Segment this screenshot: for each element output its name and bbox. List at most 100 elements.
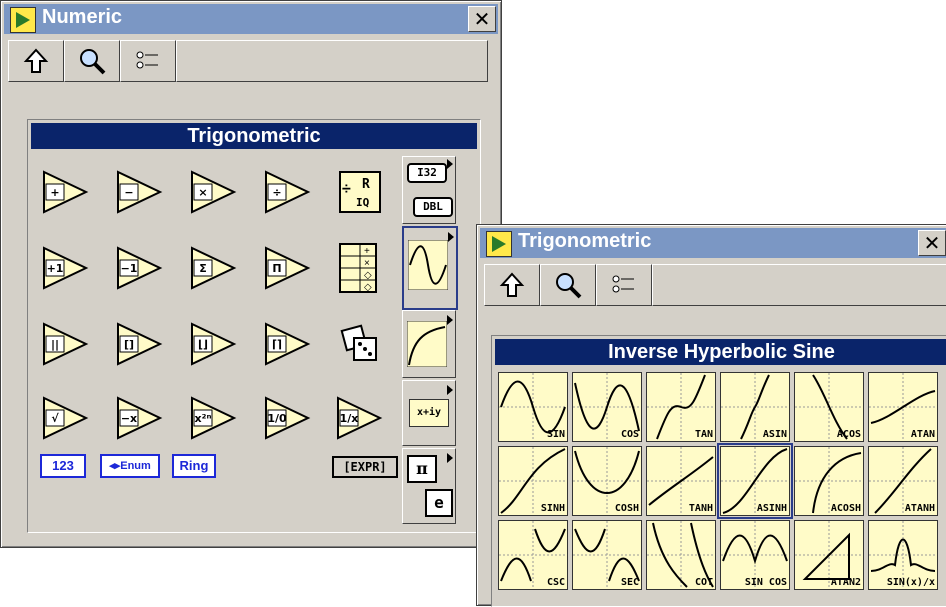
e-icon: e xyxy=(425,489,453,517)
decrement-function-icon[interactable]: −1 xyxy=(114,242,166,294)
expression-node[interactable]: [EXPR] xyxy=(332,456,398,478)
close-button[interactable]: ✕ xyxy=(918,230,946,256)
increment-function-icon[interactable]: +1 xyxy=(40,242,92,294)
svg-text:1/x: 1/x xyxy=(340,412,359,425)
trig-function-cos[interactable]: COS xyxy=(572,372,642,442)
svg-text:Π: Π xyxy=(272,262,281,275)
absolute-value-function-icon[interactable]: || xyxy=(40,318,92,370)
trig-function-label: SEC xyxy=(620,577,639,588)
options-icon xyxy=(612,275,634,293)
add-function-icon[interactable]: + xyxy=(40,166,92,218)
trig-function-sec[interactable]: SEC xyxy=(572,520,642,590)
round-nearest-function-icon[interactable]: [] xyxy=(114,318,166,370)
trig-function-label: SIN(x)/x xyxy=(886,577,935,588)
trig-function-asinh[interactable]: ASINH xyxy=(717,443,793,519)
log-curve-icon xyxy=(407,321,447,367)
close-button[interactable]: ✕ xyxy=(468,6,496,32)
options-button[interactable] xyxy=(596,264,652,306)
add-array-function-icon[interactable]: Σ xyxy=(188,242,240,294)
subtract-function-icon[interactable]: − xyxy=(114,166,166,218)
toolbar-spacer xyxy=(176,40,488,82)
numeric-constant-control[interactable]: 123 xyxy=(40,454,86,478)
divide-function-icon[interactable]: ÷ xyxy=(262,166,314,218)
up-button[interactable] xyxy=(484,264,540,306)
quotient-remainder-function-icon[interactable]: R ÷ IQ xyxy=(334,166,386,218)
submenu-arrow-icon xyxy=(447,315,453,325)
search-icon xyxy=(556,273,582,299)
trig-function-atan2[interactable]: ATAN2 xyxy=(794,520,864,590)
trig-function-sin-cos[interactable]: SIN COS xyxy=(720,520,790,590)
svg-text:×: × xyxy=(364,258,370,269)
palette-header: Trigonometric xyxy=(31,123,477,149)
trig-function-label: ATANH xyxy=(904,503,935,514)
svg-text:x²ⁿ: x²ⁿ xyxy=(195,412,212,425)
round-down-function-icon[interactable]: ⌊⌋ xyxy=(188,318,240,370)
constants-subpalette[interactable]: π e xyxy=(402,448,456,524)
trig-function-tanh[interactable]: TANH xyxy=(646,446,716,516)
trig-function-sin-x-x[interactable]: SIN(x)/x xyxy=(868,520,938,590)
trig-function-label: SINH xyxy=(540,503,565,514)
trig-function-label: COT xyxy=(694,577,713,588)
numeric-titlebar[interactable]: Numeric ✕ xyxy=(4,4,498,34)
square-root-function-icon[interactable]: √ xyxy=(40,392,92,444)
trig-function-label: ATAN xyxy=(910,429,935,440)
log-subpalette[interactable] xyxy=(402,310,456,378)
trig-function-label: SIN xyxy=(546,429,565,440)
trigonometric-subpalette[interactable] xyxy=(402,226,458,310)
trig-palette: Inverse Hyperbolic Sine SIN COS TAN ASIN ACO… xyxy=(491,335,946,607)
trig-function-label: COSH xyxy=(614,503,639,514)
ring-control[interactable]: Ring xyxy=(172,454,216,478)
svg-text:⌈⌉: ⌈⌉ xyxy=(272,338,282,351)
numeric-toolbar xyxy=(8,40,494,82)
trig-function-csc[interactable]: CSC xyxy=(498,520,568,590)
numeric-window: Numeric ✕ Trigonometric + − × ÷ R ÷ IQ +1 −1 Σ Π + ×… xyxy=(0,0,502,548)
options-button[interactable] xyxy=(120,40,176,82)
up-button[interactable] xyxy=(8,40,64,82)
search-button[interactable] xyxy=(540,264,596,306)
trig-function-label: ACOS xyxy=(836,429,861,440)
up-arrow-icon xyxy=(499,272,525,297)
multiply-array-function-icon[interactable]: Π xyxy=(262,242,314,294)
svg-text:||: || xyxy=(51,338,59,351)
search-button[interactable] xyxy=(64,40,120,82)
labview-icon xyxy=(10,7,36,33)
trig-function-label: TAN xyxy=(694,429,713,440)
trig-function-sin[interactable]: SIN xyxy=(498,372,568,442)
trigonometric-window: Trigonometric ✕ Inverse Hyperbolic Sine … xyxy=(476,224,946,607)
submenu-arrow-icon xyxy=(447,453,453,463)
trig-function-sinh[interactable]: SINH xyxy=(498,446,568,516)
trig-function-acosh[interactable]: ACOSH xyxy=(794,446,864,516)
trig-function-label: ASIN xyxy=(762,429,787,440)
trig-function-label: ATAN2 xyxy=(830,577,861,588)
multiply-function-icon[interactable]: × xyxy=(188,166,240,218)
trig-function-tan[interactable]: TAN xyxy=(646,372,716,442)
negate-function-icon[interactable]: −x xyxy=(114,392,166,444)
svg-text:+: + xyxy=(364,246,370,257)
trig-function-atan[interactable]: ATAN xyxy=(868,372,938,442)
trig-function-cot[interactable]: COT xyxy=(646,520,716,590)
data-type-subpalette[interactable]: I32 DBL xyxy=(402,156,456,224)
reciprocal-scale-function-icon[interactable]: 1/0 xyxy=(262,392,314,444)
compound-arithmetic-function-icon[interactable]: + × ◇ ◇ xyxy=(334,242,386,294)
reciprocal-function-icon[interactable]: 1/x xyxy=(334,392,386,444)
complex-subpalette[interactable]: x+iy xyxy=(402,380,456,446)
enum-control[interactable]: ◂▸Enum xyxy=(100,454,160,478)
scale-by-power-function-icon[interactable]: x²ⁿ xyxy=(188,392,240,444)
pi-icon: π xyxy=(407,455,437,483)
trig-function-cosh[interactable]: COSH xyxy=(572,446,642,516)
trig-function-atanh[interactable]: ATANH xyxy=(868,446,938,516)
trig-titlebar[interactable]: Trigonometric ✕ xyxy=(480,228,946,258)
svg-text:◇: ◇ xyxy=(364,270,372,281)
up-arrow-icon xyxy=(23,48,49,73)
random-number-function-icon[interactable] xyxy=(334,318,386,370)
svg-text:÷: ÷ xyxy=(342,181,351,198)
svg-text:IQ: IQ xyxy=(356,196,370,209)
svg-text:√: √ xyxy=(51,412,59,425)
options-icon xyxy=(136,51,158,69)
trig-title: Trigonometric xyxy=(518,230,652,252)
svg-text:+: + xyxy=(50,186,59,199)
round-up-function-icon[interactable]: ⌈⌉ xyxy=(262,318,314,370)
trig-function-asin[interactable]: ASIN xyxy=(720,372,790,442)
trig-function-label: CSC xyxy=(546,577,565,588)
trig-function-acos[interactable]: ACOS xyxy=(794,372,864,442)
